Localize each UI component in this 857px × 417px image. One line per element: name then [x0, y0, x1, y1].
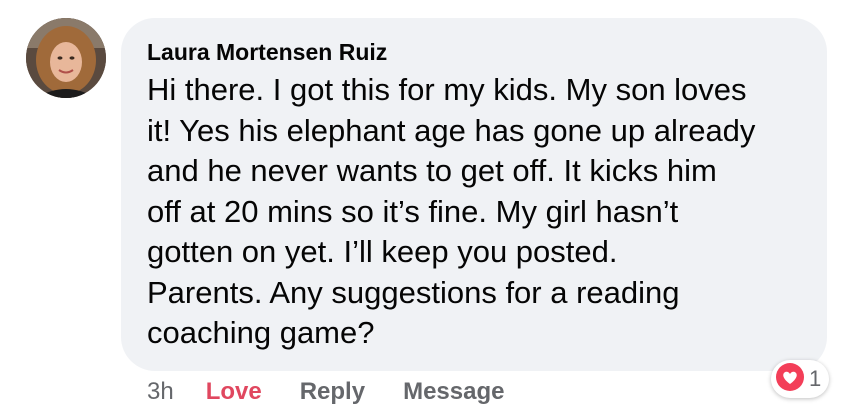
comment-text: Hi there. I got this for my kids. My son… [147, 72, 756, 350]
love-button[interactable]: Love [206, 378, 262, 406]
comment-bubble: Laura Mortensen Ruiz Hi there. I got thi… [121, 18, 827, 371]
comment-container: Laura Mortensen Ruiz Hi there. I got thi… [0, 0, 857, 417]
reaction-count: 1 [809, 366, 822, 391]
message-button[interactable]: Message [403, 378, 504, 406]
comment-timestamp[interactable]: 3h [147, 378, 174, 406]
reaction-summary[interactable]: 1 [771, 360, 830, 398]
reply-button[interactable]: Reply [300, 378, 365, 406]
avatar[interactable] [26, 18, 106, 98]
avatar-photo [26, 18, 106, 98]
heart-icon [775, 362, 805, 397]
comment-author[interactable]: Laura Mortensen Ruiz [147, 38, 807, 66]
comment-actions: 3h Love Reply Message [147, 374, 542, 410]
